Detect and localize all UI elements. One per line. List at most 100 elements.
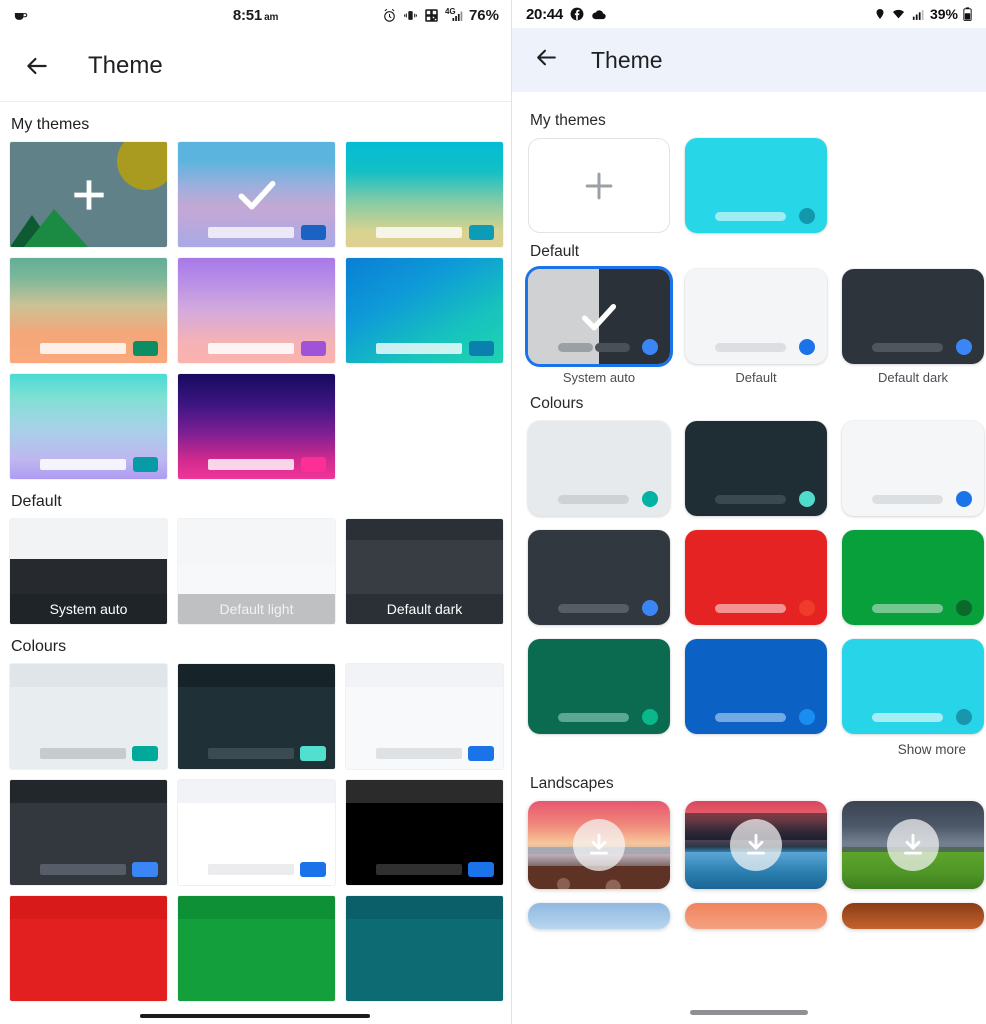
default-tile-system-auto[interactable]: System auto [10,519,167,624]
colour-tile[interactable] [178,896,335,1001]
gesture-nav-bar[interactable] [140,1014,370,1018]
location-pin-icon [876,9,884,19]
vibrate-icon [404,10,417,20]
theme-tile[interactable] [346,142,503,247]
left-content: My themes Default System auto Default li… [0,116,511,1001]
back-arrow-icon[interactable] [20,49,54,83]
right-phone-screen: 20:44 39% Theme My themes Default System… [512,0,986,1024]
landscape-card[interactable] [528,801,670,889]
card-bar [714,713,786,722]
card-dot [799,339,815,355]
tile-top-band [178,780,335,804]
colour-tile[interactable] [178,664,335,769]
card-dot [956,600,972,616]
card-bar [557,604,629,613]
tile-chip [300,862,326,877]
landscape-card[interactable] [685,903,827,929]
tile-chip [469,341,494,356]
section-title-default: Default [11,493,62,510]
landscape-card[interactable] [685,801,827,889]
colour-card[interactable] [685,421,827,516]
tile-bar [207,864,295,875]
default-tile-default-light[interactable]: Default light [178,519,335,624]
landscape-card[interactable] [528,903,670,929]
theme-tile[interactable] [178,142,335,247]
add-theme-tile[interactable] [10,142,167,247]
left-battery-label: 76% [468,6,499,24]
default-card-default-dark[interactable] [842,269,984,364]
card-dot [799,491,815,507]
colour-tile[interactable] [10,664,167,769]
colour-card[interactable] [842,530,984,625]
right-status-left-icons: 20:44 [526,6,607,23]
section-title-landscapes: Landscapes [530,775,614,792]
download-icon[interactable] [528,801,670,889]
show-more-link[interactable]: Show more [528,734,970,759]
download-icon[interactable] [685,801,827,889]
card-dot [642,709,658,725]
plus-icon [10,142,167,247]
theme-tile[interactable] [346,258,503,363]
left-clock-time: 8:51 [232,6,263,24]
tile-chip [133,341,158,356]
my-themes-grid [528,138,970,233]
default-grid: System auto Default Default dark [528,269,984,385]
card-bar [871,495,943,504]
signal-icon [912,9,924,20]
left-status-right-icons: 4G 76% [382,7,499,24]
gesture-nav-bar[interactable] [690,1010,808,1015]
colour-card[interactable] [685,530,827,625]
cloud-icon [592,9,606,19]
theme-tile[interactable] [178,374,335,479]
default-card-system-auto[interactable] [528,269,670,364]
colour-card[interactable] [528,530,670,625]
card-dot [799,600,815,616]
theme-tile[interactable] [10,258,167,363]
dual-phone-screenshot: 8:51 am 4G 76% Theme My themes Default S… [0,0,986,1024]
card-dot [642,491,658,507]
theme-tile[interactable] [10,374,167,479]
download-icon[interactable] [842,801,984,889]
tile-bar [39,343,127,354]
alarm-icon [384,8,395,22]
card-dot [799,208,815,224]
colour-tile[interactable] [346,780,503,885]
theme-tile[interactable] [178,258,335,363]
tile-top-band [178,896,335,920]
colour-card[interactable] [528,421,670,516]
section-title-colours: Colours [11,638,67,655]
back-arrow-icon[interactable] [534,45,559,75]
tile-bar [207,459,295,470]
battery-icon [963,7,972,21]
default-card-default[interactable] [685,269,827,364]
tile-bar [375,227,463,238]
colour-card[interactable] [528,639,670,734]
colour-tile[interactable] [178,780,335,885]
card-bar [871,604,943,613]
card-bar [714,495,786,504]
colour-tile[interactable] [10,780,167,885]
card-dot [956,709,972,725]
colour-tile[interactable] [10,896,167,1001]
colour-card[interactable] [685,639,827,734]
card-label: Default [735,370,777,385]
tile-chip [133,457,158,472]
card-dot [642,600,658,616]
tile-chip [132,862,158,877]
card-bar [714,212,786,221]
card-bar [557,713,629,722]
landscape-card[interactable] [842,903,984,929]
signal-icon [452,11,463,21]
colour-tile[interactable] [346,896,503,1001]
colour-card[interactable] [842,639,984,734]
landscape-card[interactable] [842,801,984,889]
add-theme-card[interactable] [528,138,670,233]
default-tile-default-dark[interactable]: Default dark [346,519,503,624]
colour-card[interactable] [842,421,984,516]
colour-tile[interactable] [346,664,503,769]
theme-card-cyan[interactable] [685,138,827,233]
colours-grid [528,421,984,734]
right-clock-time: 20:44 [526,5,563,23]
right-content: My themes Default System auto Default De… [512,92,986,929]
card-bar [714,604,786,613]
